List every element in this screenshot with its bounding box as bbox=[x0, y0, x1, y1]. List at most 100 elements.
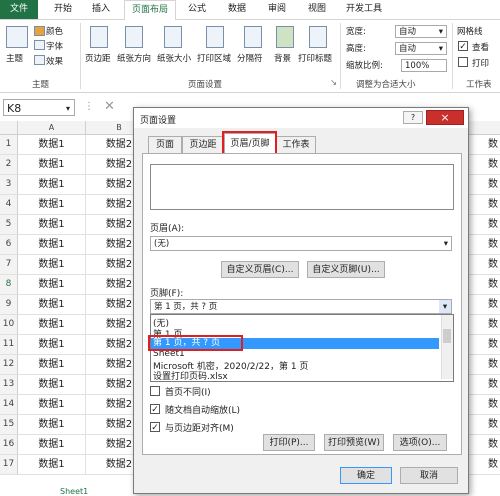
effects-button[interactable]: 效果 bbox=[46, 55, 63, 67]
view-gridlines-checkbox[interactable]: ✓ bbox=[458, 41, 468, 52]
orientation-button[interactable]: 纸张方向 bbox=[117, 52, 151, 64]
cell[interactable]: 数 bbox=[486, 395, 500, 414]
scale-input[interactable]: 100% bbox=[401, 59, 447, 72]
close-button[interactable]: × bbox=[426, 110, 464, 125]
cancel-icon[interactable]: ✕ bbox=[104, 99, 115, 114]
different-first-checkbox[interactable] bbox=[150, 386, 160, 396]
row-number[interactable]: 3 bbox=[0, 175, 18, 194]
row-number[interactable]: 16 bbox=[0, 435, 18, 454]
cell[interactable]: 数 bbox=[486, 255, 500, 274]
cell[interactable]: 数 bbox=[486, 215, 500, 234]
row-number[interactable]: 17 bbox=[0, 455, 18, 474]
tab-data[interactable]: 数据 bbox=[222, 0, 252, 19]
help-button[interactable]: ? bbox=[403, 111, 423, 124]
cell[interactable]: 数 bbox=[486, 335, 500, 354]
cell[interactable]: 数 bbox=[486, 375, 500, 394]
dropdown-scrollbar[interactable] bbox=[441, 315, 453, 379]
cell[interactable]: 数 bbox=[486, 235, 500, 254]
breaks-button[interactable]: 分隔符 bbox=[237, 52, 263, 64]
print-preview-button[interactable]: 打印预览(W) bbox=[324, 434, 384, 451]
cell[interactable]: 数 bbox=[486, 315, 500, 334]
tab-developer[interactable]: 开发工具 bbox=[342, 0, 386, 19]
print-titles-button[interactable]: 打印标题 bbox=[298, 52, 332, 64]
row-number[interactable]: 6 bbox=[0, 235, 18, 254]
tab-file[interactable]: 文件 bbox=[0, 0, 38, 19]
row-number[interactable]: 8 bbox=[0, 275, 18, 294]
cell[interactable]: 数 bbox=[486, 415, 500, 434]
cell[interactable]: 数 bbox=[486, 455, 500, 474]
cell[interactable]: 数据1 bbox=[18, 295, 86, 314]
scale-with-doc-checkbox[interactable]: ✓ bbox=[150, 404, 160, 415]
ok-button[interactable]: 确定 bbox=[340, 467, 392, 484]
row-number[interactable]: 1 bbox=[0, 135, 18, 154]
row-number[interactable]: 4 bbox=[0, 195, 18, 214]
cell[interactable]: 数据1 bbox=[18, 435, 86, 454]
row-number[interactable]: 9 bbox=[0, 295, 18, 314]
header-select[interactable]: (无) ▾ bbox=[150, 236, 452, 251]
tab-insert[interactable]: 插入 bbox=[86, 0, 116, 19]
print-button[interactable]: 打印(P)... bbox=[263, 434, 315, 451]
cell[interactable]: 数 bbox=[486, 155, 500, 174]
themes-button[interactable]: 主题 bbox=[6, 52, 23, 64]
cell[interactable]: 数据1 bbox=[18, 195, 86, 214]
print-gridlines-checkbox[interactable] bbox=[458, 57, 468, 67]
cell[interactable]: 数 bbox=[486, 195, 500, 214]
row-number[interactable]: 7 bbox=[0, 255, 18, 274]
cell[interactable]: 数据1 bbox=[18, 315, 86, 334]
dialog-launcher-icon[interactable]: ↘ bbox=[330, 78, 337, 88]
cell[interactable]: 数据1 bbox=[18, 275, 86, 294]
custom-footer-button[interactable]: 自定义页脚(U)... bbox=[307, 261, 385, 278]
options-button[interactable]: 选项(O)... bbox=[393, 434, 447, 451]
cell[interactable]: 数 bbox=[486, 275, 500, 294]
cell[interactable]: 数据1 bbox=[18, 455, 86, 474]
fonts-button[interactable]: 字体 bbox=[46, 40, 63, 52]
row-number[interactable]: 5 bbox=[0, 215, 18, 234]
width-select[interactable]: 自动 ▾ bbox=[395, 25, 447, 38]
tab-page[interactable]: 页面 bbox=[148, 136, 182, 153]
cell[interactable]: 数据1 bbox=[18, 375, 86, 394]
cell[interactable]: 数 bbox=[486, 355, 500, 374]
tab-formulas[interactable]: 公式 bbox=[182, 0, 212, 19]
tab-margins[interactable]: 页边距 bbox=[182, 136, 224, 153]
cell[interactable]: 数据1 bbox=[18, 155, 86, 174]
cancel-button[interactable]: 取消 bbox=[400, 467, 458, 484]
cell[interactable]: 数据1 bbox=[18, 395, 86, 414]
list-item[interactable]: 设置打印页码.xlsx bbox=[153, 369, 228, 382]
cell[interactable]: 数 bbox=[486, 435, 500, 454]
cell[interactable]: 数 bbox=[486, 135, 500, 154]
cell[interactable]: 数据1 bbox=[18, 335, 86, 354]
tab-review[interactable]: 审阅 bbox=[262, 0, 292, 19]
print-area-button[interactable]: 打印区域 bbox=[197, 52, 231, 64]
column-header-a[interactable]: A bbox=[18, 121, 86, 134]
sheet-tab[interactable]: Sheet1 bbox=[60, 487, 130, 496]
align-margins-checkbox[interactable]: ✓ bbox=[150, 422, 160, 433]
row-number[interactable]: 12 bbox=[0, 355, 18, 374]
cell[interactable]: 数据1 bbox=[18, 355, 86, 374]
cell[interactable]: 数 bbox=[486, 295, 500, 314]
cell[interactable]: 数据1 bbox=[18, 215, 86, 234]
background-button[interactable]: 背景 bbox=[274, 52, 291, 64]
tab-home[interactable]: 开始 bbox=[48, 0, 78, 19]
row-number[interactable]: 15 bbox=[0, 415, 18, 434]
row-number[interactable]: 13 bbox=[0, 375, 18, 394]
row-number[interactable]: 14 bbox=[0, 395, 18, 414]
row-number[interactable]: 2 bbox=[0, 155, 18, 174]
name-box[interactable]: K8 ▾ bbox=[3, 99, 75, 116]
scroll-thumb[interactable] bbox=[443, 329, 451, 343]
tab-view[interactable]: 视图 bbox=[302, 0, 332, 19]
cell[interactable]: 数据1 bbox=[18, 255, 86, 274]
select-all-corner[interactable] bbox=[0, 121, 18, 134]
colors-button[interactable]: 颜色 bbox=[46, 25, 63, 37]
cell[interactable]: 数据1 bbox=[18, 135, 86, 154]
cell[interactable]: 数据1 bbox=[18, 235, 86, 254]
footer-select[interactable]: 第 1 页，共 ? 页 ▾ bbox=[150, 299, 452, 314]
cell[interactable]: 数据1 bbox=[18, 415, 86, 434]
height-select[interactable]: 自动 ▾ bbox=[395, 42, 447, 55]
size-button[interactable]: 纸张大小 bbox=[157, 52, 191, 64]
margins-button[interactable]: 页边距 bbox=[85, 52, 111, 64]
tab-page-layout[interactable]: 页面布局 bbox=[124, 0, 176, 21]
themes-icon[interactable] bbox=[6, 26, 28, 48]
cell[interactable]: 数 bbox=[486, 175, 500, 194]
cell[interactable]: 数据1 bbox=[18, 175, 86, 194]
tab-sheet[interactable]: 工作表 bbox=[276, 136, 316, 153]
